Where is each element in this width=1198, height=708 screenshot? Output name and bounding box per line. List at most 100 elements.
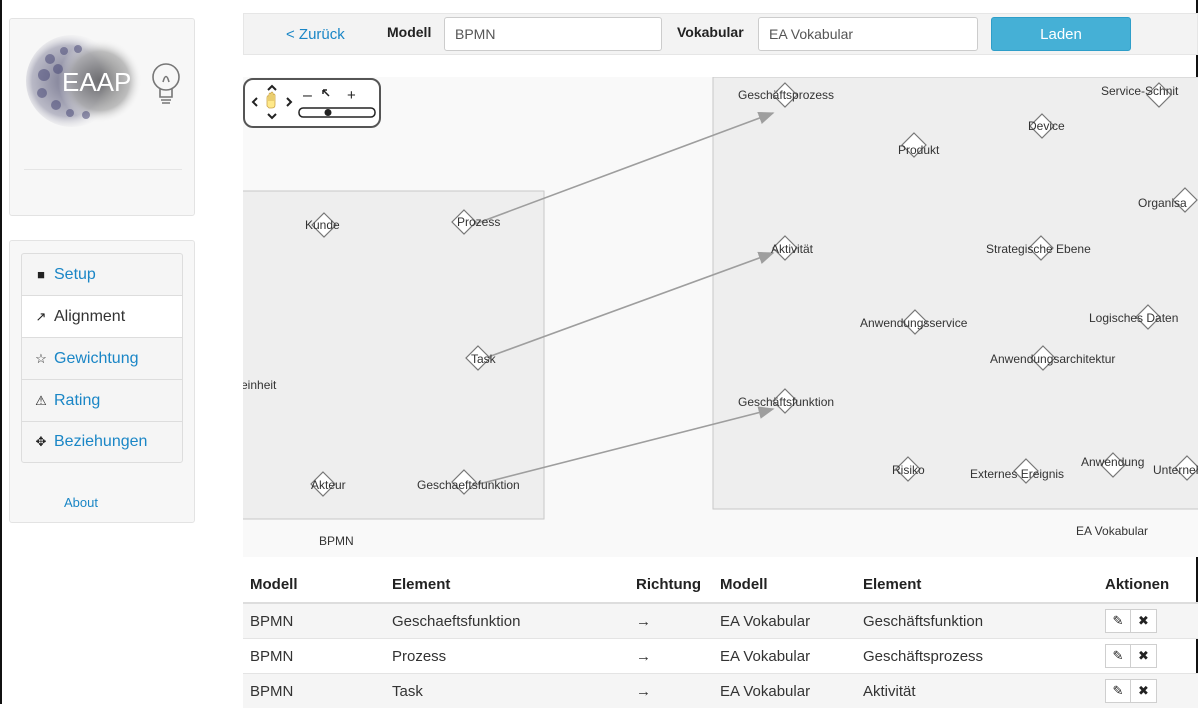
column-header: Aktionen	[1098, 566, 1198, 603]
sidebar-item-alignment[interactable]: ↗ Alignment	[21, 295, 183, 337]
model-label: Modell	[387, 24, 431, 40]
edit-icon: ✎	[1113, 648, 1124, 664]
edit-icon: ✎	[1113, 683, 1124, 699]
vocabulary-container-label: EA Vokabular	[1076, 524, 1148, 538]
close-icon: ✖	[1138, 683, 1149, 699]
table-row: BPMN Prozess → EA Vokabular Geschäftspro…	[243, 639, 1198, 674]
cell-element-a: Prozess	[385, 639, 629, 674]
about-link[interactable]: About	[10, 495, 152, 510]
node-label: Prozess	[457, 215, 500, 229]
column-header: Element	[856, 566, 1098, 603]
delete-button[interactable]: ✖	[1131, 644, 1157, 668]
sidebar-item-label: Setup	[54, 266, 96, 284]
cell-actions: ✎✖	[1098, 639, 1198, 674]
logo-graphic: EAAP	[10, 19, 194, 151]
vocabulary-container	[713, 77, 1198, 509]
cell-direction: →	[629, 674, 713, 708]
pan-zoom-svg: – +	[245, 80, 379, 126]
sidebar-item-beziehungen[interactable]: ✥ Beziehungen	[21, 421, 183, 463]
bpmn-container-label: BPMN	[319, 534, 354, 548]
column-header: Modell	[713, 566, 856, 603]
node-label: Geschäftsfunktion	[738, 395, 834, 409]
vocabulary-label: Vokabular	[677, 24, 744, 40]
cell-direction: →	[629, 603, 713, 639]
pan-right-icon[interactable]	[287, 98, 291, 106]
model-input[interactable]	[444, 17, 662, 51]
zoom-slider-handle[interactable]	[325, 109, 332, 116]
logo-divider	[24, 169, 182, 170]
cell-actions: ✎✖	[1098, 603, 1198, 639]
warning-icon: ⚠	[33, 393, 49, 409]
close-icon: ✖	[1138, 613, 1149, 629]
window-border-left	[0, 0, 2, 704]
cell-element-b: Geschäftsprozess	[856, 639, 1098, 674]
delete-button[interactable]: ✖	[1131, 679, 1157, 703]
vocabulary-input[interactable]	[758, 17, 978, 51]
node-label: Geschaeftsfunktion	[417, 478, 520, 492]
graph-svg[interactable]: BPMN EA Vokabular Kunde Prozess Task ein…	[243, 77, 1198, 557]
pan-down-icon[interactable]	[268, 114, 276, 118]
node-label: Task	[471, 352, 497, 366]
column-header: Richtung	[629, 566, 713, 603]
node-label: Produkt	[898, 143, 940, 157]
table-row: BPMN Task → EA Vokabular Aktivität ✎✖	[243, 674, 1198, 708]
logo-panel: EAAP	[9, 18, 195, 216]
cell-element-b: Geschäftsfunktion	[856, 603, 1098, 639]
node-label: Strategische Ebene	[986, 242, 1091, 256]
cell-model-a: BPMN	[243, 674, 385, 708]
cell-model-b: EA Vokabular	[713, 603, 856, 639]
close-icon: ✖	[1138, 648, 1149, 664]
table-header-row: Modell Element Richtung Modell Element A…	[243, 566, 1198, 603]
node-label: Logisches Daten	[1089, 311, 1178, 325]
table-row: BPMN Geschaeftsfunktion → EA Vokabular G…	[243, 603, 1198, 639]
node-label: Aktivität	[771, 242, 814, 256]
zoom-out-icon[interactable]: –	[303, 87, 312, 104]
star-icon: ☆	[33, 351, 49, 367]
node-label: Device	[1028, 119, 1065, 133]
edit-button[interactable]: ✎	[1105, 609, 1131, 633]
node-label: Externes Ereignis	[970, 467, 1064, 481]
sidebar-item-setup[interactable]: ■ Setup	[21, 253, 183, 295]
node-label: Akteur	[311, 478, 346, 492]
pan-left-icon[interactable]	[253, 98, 257, 106]
toolbar: < Zurück Modell Vokabular Laden	[243, 13, 1198, 55]
cell-model-a: BPMN	[243, 603, 385, 639]
sidebar-nav: ■ Setup ↗ Alignment ☆ Gewichtung ⚠ Ratin…	[21, 253, 183, 463]
sidebar-item-gewichtung[interactable]: ☆ Gewichtung	[21, 337, 183, 379]
sidebar-panel: ■ Setup ↗ Alignment ☆ Gewichtung ⚠ Ratin…	[9, 240, 195, 523]
cell-model-b: EA Vokabular	[713, 674, 856, 708]
edit-icon: ✎	[1113, 613, 1124, 629]
edit-button[interactable]: ✎	[1105, 644, 1131, 668]
mappings-table: Modell Element Richtung Modell Element A…	[243, 566, 1198, 708]
node-label: Kunde	[305, 218, 340, 232]
node-label: Geschäftsprozess	[738, 88, 834, 102]
cell-actions: ✎✖	[1098, 674, 1198, 708]
node-label: Anwendungsarchitektur	[990, 352, 1115, 366]
node-label: Service-Schnit	[1101, 84, 1179, 98]
graph-navigation-control: – +	[243, 78, 381, 128]
cell-element-a: Geschaeftsfunktion	[385, 603, 629, 639]
sidebar-item-label: Gewichtung	[54, 350, 139, 368]
zoom-fit-icon[interactable]	[323, 90, 329, 96]
pan-up-icon[interactable]	[268, 86, 276, 90]
sidebar-item-label: Alignment	[54, 308, 125, 326]
cell-model-b: EA Vokabular	[713, 639, 856, 674]
sidebar-item-rating[interactable]: ⚠ Rating	[21, 379, 183, 421]
logo-text: EAAP	[62, 67, 131, 97]
node-label: einheit	[243, 378, 277, 392]
link-icon: ↗	[33, 309, 49, 325]
zoom-slider[interactable]	[299, 108, 375, 117]
alignment-graph[interactable]: BPMN EA Vokabular Kunde Prozess Task ein…	[243, 77, 1198, 557]
pan-hand-icon[interactable]	[267, 92, 275, 108]
sidebar-item-label: Rating	[54, 392, 100, 410]
node-label: Unterneh	[1153, 463, 1198, 477]
node-label: Organisa	[1138, 196, 1187, 210]
zoom-in-icon[interactable]: +	[347, 87, 356, 104]
move-icon: ✥	[33, 434, 49, 450]
load-button[interactable]: Laden	[991, 17, 1131, 51]
delete-button[interactable]: ✖	[1131, 609, 1157, 633]
node-label: Risiko	[892, 463, 925, 477]
cell-direction: →	[629, 639, 713, 674]
back-link[interactable]: < Zurück	[286, 26, 345, 43]
edit-button[interactable]: ✎	[1105, 679, 1131, 703]
